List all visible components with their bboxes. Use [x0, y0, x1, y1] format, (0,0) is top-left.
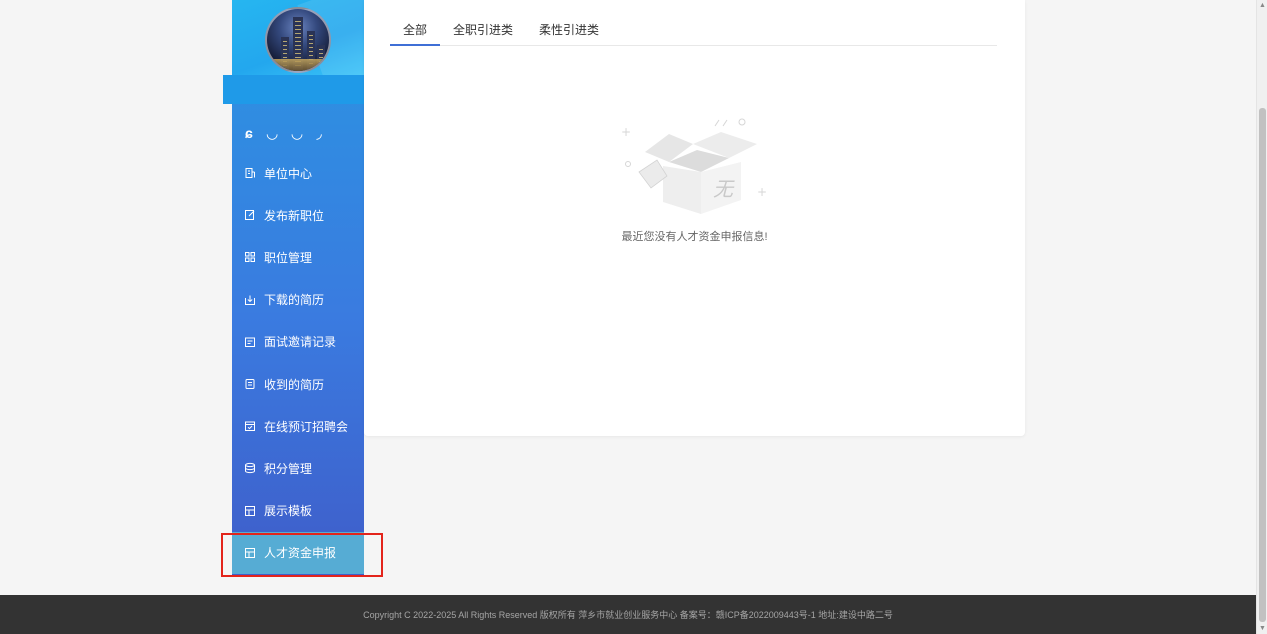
calendar-check-icon	[244, 420, 256, 432]
scroll-down-icon[interactable]: ▼	[1259, 625, 1266, 632]
footer-copyright: Copyright C 2022-2025 All Rights Reserve…	[363, 610, 893, 620]
sidebar-item-points-management[interactable]: 积分管理	[232, 447, 364, 489]
svg-text:+: +	[621, 125, 631, 139]
tab-bar: 全部 全职引进类 柔性引进类	[390, 13, 997, 46]
content-card: 全部 全职引进类 柔性引进类 + + 无 最近您没有人才资金申报信息!	[364, 0, 1025, 436]
sidebar-item-job-management[interactable]: 职位管理	[232, 236, 364, 278]
document-icon	[244, 378, 256, 390]
svg-text:+: +	[757, 185, 767, 199]
sidebar-item-label: 收到的简历	[264, 377, 325, 392]
sidebar-item-label: 展示模板	[264, 504, 313, 519]
empty-message: 最近您没有人才资金申报信息!	[621, 231, 768, 243]
sidebar-item-label: 面试邀请记录	[264, 335, 337, 350]
highlight-annotation	[221, 533, 383, 577]
sidebar-item-received-resumes[interactable]: 收到的简历	[232, 363, 364, 405]
glyph: ◡	[266, 124, 278, 141]
sidebar-item-display-template[interactable]: 展示模板	[232, 490, 364, 532]
footer: Copyright C 2022-2025 All Rights Reserve…	[0, 595, 1256, 634]
sidebar-item-interview-invites[interactable]: 面试邀请记录	[232, 321, 364, 363]
tab-fulltime[interactable]: 全职引进类	[440, 13, 526, 46]
sidebar-item-label: 在线预订招聘会	[264, 419, 349, 434]
sidebar-item-label: 积分管理	[264, 461, 313, 476]
sidebar-item-label: 单位中心	[264, 166, 313, 181]
sidebar-item-post-job[interactable]: 发布新职位	[232, 194, 364, 236]
sidebar-item-label: 下载的简历	[264, 293, 325, 308]
company-name-banner	[223, 75, 372, 104]
tab-all[interactable]: 全部	[390, 13, 441, 46]
glyph: ɕ	[245, 125, 253, 141]
glyph: ◡	[291, 124, 303, 141]
empty-box-icon: + + 无	[621, 118, 767, 214]
edit-doc-icon	[244, 209, 256, 221]
building-icon	[244, 167, 256, 179]
avatar[interactable]	[265, 7, 331, 73]
tab-flexible[interactable]: 柔性引进类	[526, 13, 612, 46]
company-name-glyphs: ɕ ◡ ◡ ◞	[245, 124, 355, 142]
scroll-up-icon[interactable]: ▲	[1259, 2, 1266, 9]
sidebar-item-label: 发布新职位	[264, 208, 325, 223]
sidebar-item-company-center[interactable]: 单位中心	[232, 152, 364, 194]
download-icon	[244, 294, 256, 306]
sidebar-item-book-job-fair[interactable]: 在线预订招聘会	[232, 405, 364, 447]
calendar-icon	[244, 336, 256, 348]
sidebar-item-downloaded-resumes[interactable]: 下载的简历	[232, 279, 364, 321]
avatar-lights	[267, 59, 329, 71]
grid-icon	[244, 251, 256, 263]
database-icon	[244, 462, 256, 474]
vertical-scrollbar[interactable]: ▲ ▼	[1256, 0, 1267, 634]
glyph: ◞	[316, 124, 322, 141]
sidebar-menu: 单位中心 发布新职位 职位管理 下载的简历 面试邀请记录 收到的简历 在线预订招…	[232, 152, 364, 574]
scrollbar-thumb[interactable]	[1259, 108, 1266, 622]
box-char: 无	[713, 177, 735, 201]
sidebar-item-label: 职位管理	[264, 250, 313, 265]
page: ɕ ◡ ◡ ◞ 单位中心 发布新职位 职位管理 下载的简历 面试邀请记录 收到的…	[0, 0, 1267, 634]
template-icon	[244, 505, 256, 517]
